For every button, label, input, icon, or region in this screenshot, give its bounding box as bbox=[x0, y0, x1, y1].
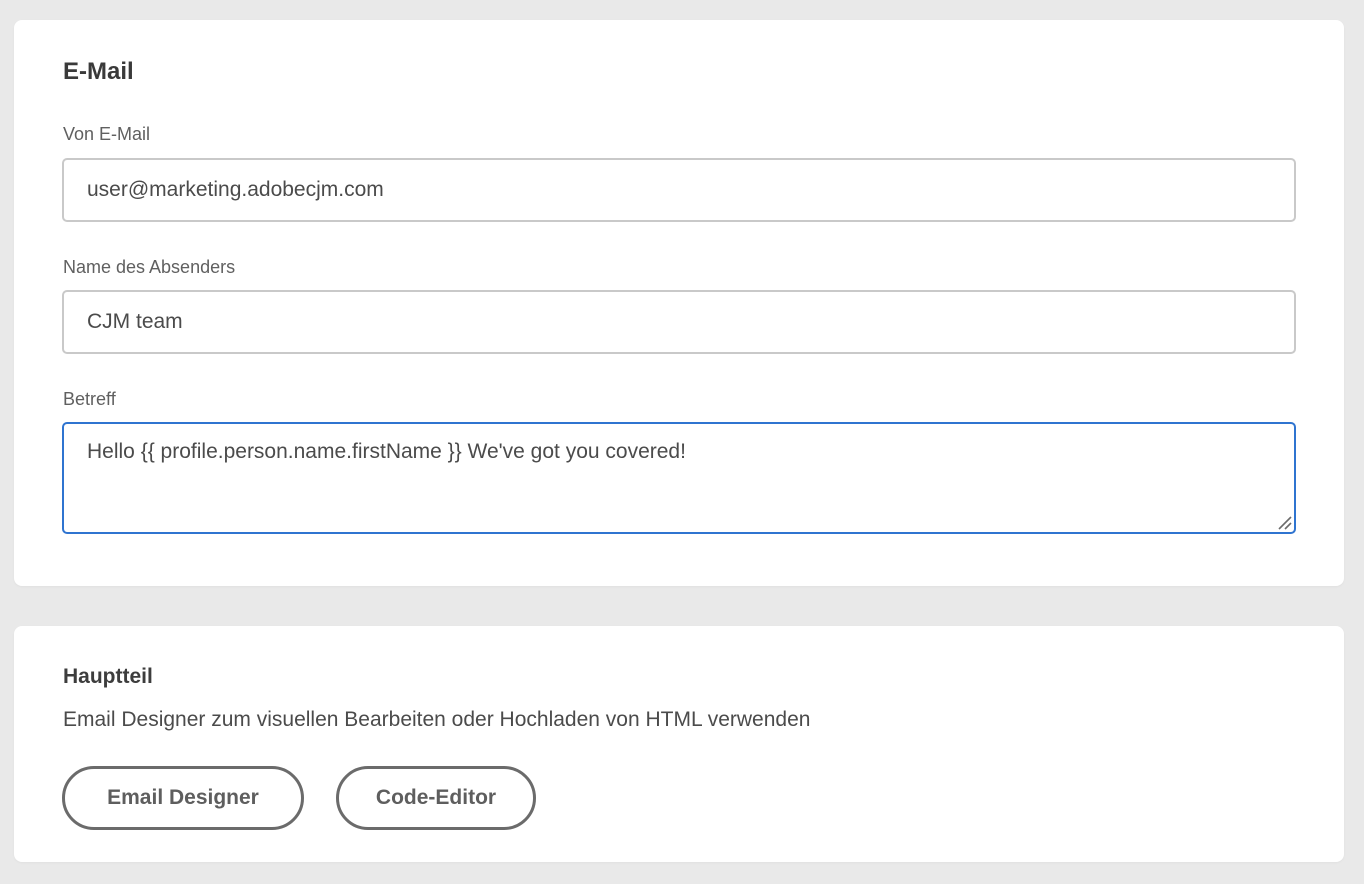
code-editor-button[interactable]: Code-Editor bbox=[336, 766, 536, 830]
sender-name-label: Name des Absenders bbox=[63, 257, 236, 277]
email-settings-card: E-Mail Von E-Mail Name des Absenders Bet… bbox=[14, 20, 1344, 586]
from-email-field[interactable] bbox=[62, 158, 1296, 222]
email-designer-button[interactable]: Email Designer bbox=[62, 766, 304, 830]
subject-textarea[interactable]: Hello {{ profile.person.name.firstName }… bbox=[62, 422, 1296, 534]
body-content-card: Hauptteil Email Designer zum visuellen B… bbox=[14, 626, 1344, 862]
resize-handle-icon[interactable] bbox=[1276, 514, 1292, 530]
body-description: Email Designer zum visuellen Bearbeiten … bbox=[63, 708, 811, 731]
subject-label: Betreff bbox=[63, 389, 116, 409]
sender-name-field[interactable] bbox=[62, 290, 1296, 354]
from-email-label: Von E-Mail bbox=[63, 124, 151, 144]
body-section-title: Hauptteil bbox=[63, 665, 153, 688]
email-section-title: E-Mail bbox=[63, 58, 134, 85]
